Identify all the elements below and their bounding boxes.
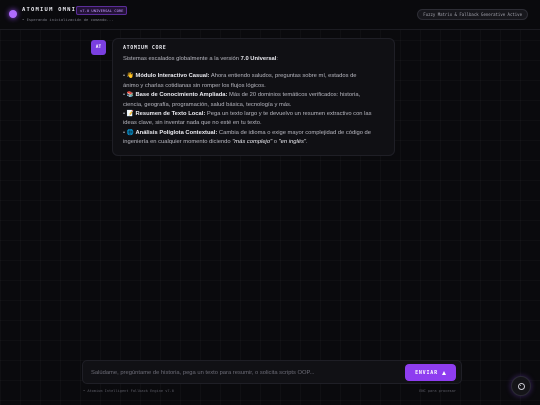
logo-icon bbox=[9, 10, 17, 18]
books-icon: 📚 bbox=[126, 92, 134, 99]
list-item: • 👋 Módulo Interactivo Casual: Ahora ent… bbox=[123, 73, 357, 80]
list-item: • 📝 Resumen de Texto Local: Pega un text… bbox=[123, 111, 372, 118]
memo-icon: 📝 bbox=[126, 111, 134, 118]
chat-input[interactable] bbox=[91, 366, 391, 380]
status-text: • Esperando inicialización de comando... bbox=[22, 17, 114, 22]
list-item: • 🌐 Análisis Políglota Contextual: Cambi… bbox=[123, 129, 372, 136]
list-item-cont: ideas clave, sin inventar nada que no es… bbox=[123, 120, 262, 127]
message-intro: Sistemas escalados globalmente a la vers… bbox=[123, 56, 279, 62]
app-header: ATOMIUM OMNI v7.0 UNIVERSAL CORE • Esper… bbox=[0, 0, 540, 30]
engine-footer: • Atomium Intelligent Fallback Engine v7… bbox=[83, 389, 174, 393]
list-item-cont: ánimo y charlas cotidianas sin romper lo… bbox=[123, 82, 266, 89]
app-title: ATOMIUM OMNI bbox=[22, 7, 77, 13]
engine-status-pill: Fuzzy Matrix & Fallback Generative Activ… bbox=[417, 9, 528, 20]
globe-icon: 🌐 bbox=[126, 129, 134, 136]
send-button[interactable]: ENVIAR bbox=[405, 364, 456, 381]
send-arrow-icon bbox=[441, 370, 446, 375]
list-item-cont: ingeniería en cualquier momento diciendo… bbox=[123, 139, 308, 146]
settings-fab[interactable] bbox=[511, 376, 531, 396]
wave-icon: 👋 bbox=[126, 73, 134, 80]
assistant-message: ATOMIUM CORE Sistemas escalados globalme… bbox=[112, 38, 395, 156]
send-button-label: ENVIAR bbox=[415, 369, 438, 376]
message-sender: ATOMIUM CORE bbox=[123, 45, 167, 51]
target-icon bbox=[517, 382, 525, 390]
composer: ENVIAR bbox=[82, 360, 462, 384]
shortcut-hint: ENC para procesar bbox=[419, 389, 456, 393]
list-item-cont: ciencia, geografía, programación, salud … bbox=[123, 101, 292, 108]
list-item: • 📚 Base de Conocimiento Ampliada: Más d… bbox=[123, 92, 361, 99]
avatar: AT bbox=[91, 40, 106, 55]
version-badge: v7.0 UNIVERSAL CORE bbox=[76, 6, 128, 15]
